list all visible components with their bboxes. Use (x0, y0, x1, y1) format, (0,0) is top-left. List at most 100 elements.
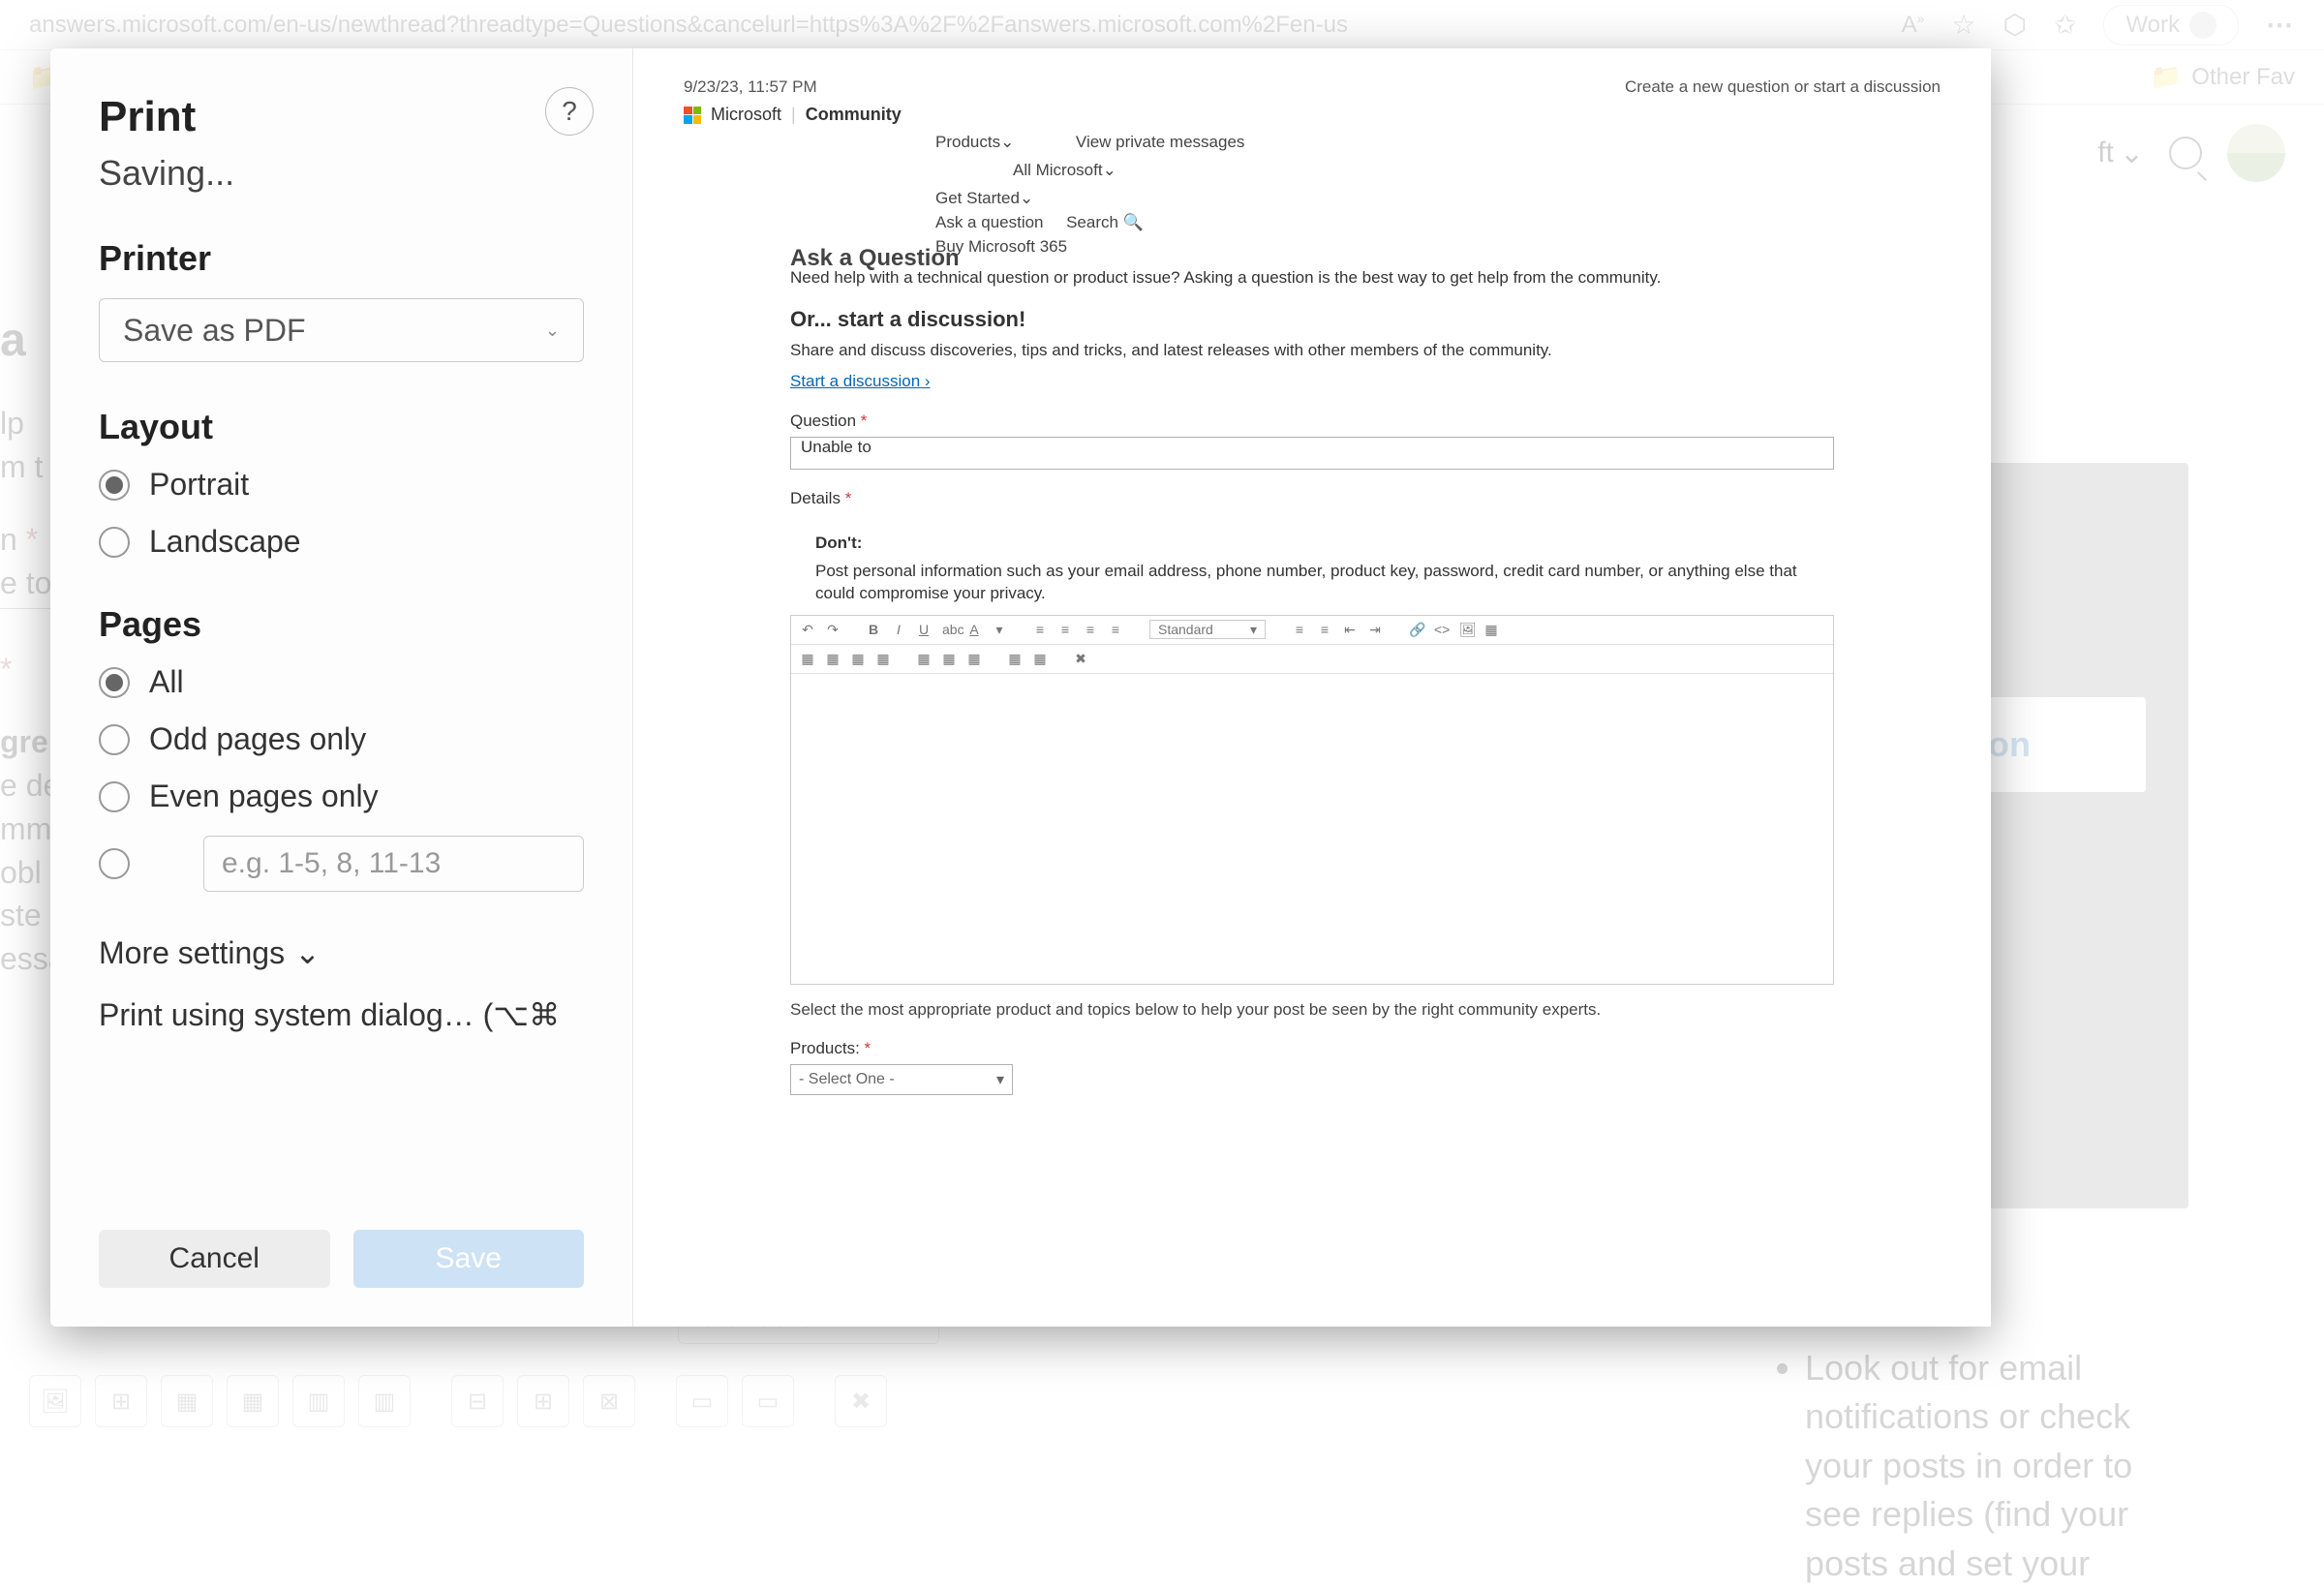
even-pages-radio[interactable]: Even pages only (99, 779, 584, 814)
radio-icon (99, 527, 130, 558)
collections-icon[interactable]: ✩ (2054, 9, 2076, 41)
pv-details-label: Details * (790, 489, 1834, 508)
insert-table-icon[interactable]: ⊞ (95, 1375, 147, 1427)
radio-icon (99, 781, 130, 812)
favorite-icon[interactable]: ☆ (1951, 9, 1975, 41)
ms-dropdown-label: ft (2097, 137, 2114, 169)
radio-icon (99, 724, 130, 755)
font-color-icon: A (967, 622, 981, 637)
pv-dont-heading: Don't: (815, 534, 1809, 553)
radio-icon (99, 470, 130, 501)
pv-h2: Or... start a discussion! (790, 307, 1834, 332)
merge-icon[interactable]: ⊟ (451, 1375, 504, 1427)
pv-nav-private: View private messages (1076, 133, 1245, 152)
page-range-input[interactable]: e.g. 1-5, 8, 11-13 (203, 836, 584, 892)
printer-select[interactable]: Save as PDF ⌄ (99, 298, 584, 362)
print-buttons: Cancel Save (99, 1230, 584, 1288)
odd-pages-radio[interactable]: Odd pages only (99, 721, 584, 757)
search-icon[interactable] (2169, 137, 2202, 169)
clear-format-icon[interactable]: ✖ (835, 1375, 887, 1427)
bold-icon: B (867, 622, 880, 637)
portrait-radio[interactable]: Portrait (99, 467, 584, 503)
page-bottom-toolbar: 🖼 ⊞ ▦ ▦ ▥ ▥ ⊟ ⊞ ⊠ ▭ ▭ ✖ Standard (0, 1307, 1898, 1588)
print-dialog: ? Print Saving... Printer Save as PDF ⌄ … (50, 48, 1991, 1327)
url-bar[interactable]: answers.microsoft.com/en-us/newthread?th… (10, 12, 1902, 39)
align-justify-icon: ≡ (1109, 622, 1122, 637)
link-icon: 🔗 (1409, 622, 1422, 638)
printer-heading: Printer (99, 238, 584, 279)
ms-dropdown[interactable]: ft ⌄ (2097, 137, 2144, 170)
ol-icon: ≡ (1293, 622, 1306, 637)
custom-pages-radio[interactable]: e.g. 1-5, 8, 11-13 (99, 836, 584, 892)
underline-icon: U (917, 622, 931, 637)
printer-value: Save as PDF (123, 313, 306, 349)
browser-toolbar: answers.microsoft.com/en-us/newthread?th… (0, 0, 2324, 50)
help-button[interactable]: ? (545, 87, 594, 136)
table-icon[interactable]: ▦ (161, 1375, 213, 1427)
pv-nav-ask: Ask a question (935, 213, 1044, 232)
image-icon[interactable]: 🖼 (29, 1375, 81, 1427)
grid8-icon: ▦ (1008, 651, 1022, 667)
align-left-icon: ≡ (1033, 622, 1047, 637)
landscape-label: Landscape (149, 524, 301, 560)
delete-table-icon[interactable]: ⊠ (583, 1375, 635, 1427)
pv-start-discussion-link: Start a discussion › (790, 372, 931, 391)
pages-heading: Pages (99, 604, 584, 645)
grid3-icon: ▦ (851, 651, 865, 667)
profile-label: Work (2125, 12, 2180, 39)
save-button[interactable]: Save (353, 1230, 585, 1288)
col-right-icon[interactable]: ▥ (358, 1375, 411, 1427)
avatar-icon (2189, 12, 2217, 39)
grid7-icon: ▦ (967, 651, 981, 667)
user-avatar[interactable] (2227, 124, 2285, 182)
tip-text: Look out for email notifications or chec… (1805, 1344, 2188, 1588)
extensions-icon[interactable]: ⬡ (2003, 9, 2027, 41)
pv-nav-getstarted: Get Started⌄ (935, 189, 1033, 208)
bookmark-other-fav[interactable]: 📁 Other Fav (2151, 62, 2295, 92)
table-icon: ▦ (1484, 622, 1498, 638)
profile-button[interactable]: Work (2103, 5, 2239, 46)
undo-icon: ↶ (801, 622, 814, 638)
system-dialog-link[interactable]: Print using system dialog… (⌥⌘ (99, 996, 584, 1033)
pv-nav-products: Products⌄ (935, 133, 1014, 152)
clear-icon: ✖ (1074, 651, 1087, 667)
grid-icon: ▦ (801, 651, 814, 667)
preview-page: 9/23/23, 11:57 PM Create a new question … (633, 48, 1991, 1327)
row-icon[interactable]: ▭ (676, 1375, 728, 1427)
redo-icon: ↷ (826, 622, 840, 638)
pv-timestamp: 9/23/23, 11:57 PM (684, 77, 817, 97)
cancel-button[interactable]: Cancel (99, 1230, 330, 1288)
odd-label: Odd pages only (149, 721, 366, 757)
print-title: Print (99, 93, 584, 141)
align-right-icon: ≡ (1084, 622, 1097, 637)
code-icon: <> (1434, 622, 1448, 637)
font-color-picker-icon: ▾ (993, 622, 1006, 638)
pv-products-label: Products: * (790, 1039, 1834, 1058)
more-label: More settings (99, 935, 285, 971)
strike-icon: abc (942, 622, 956, 637)
pv-nav-search: Search 🔍 (1066, 213, 1144, 232)
chevron-down-icon: ⌄ (2120, 137, 2144, 170)
row2-icon[interactable]: ▭ (742, 1375, 794, 1427)
align-center-icon: ≡ (1058, 622, 1072, 637)
more-settings-toggle[interactable]: More settings ⌄ (99, 934, 584, 971)
pv-doc-title: Create a new question or start a discuss… (1625, 77, 1941, 97)
pv-h1: Ask a Question (790, 245, 960, 272)
image-icon: 🖼 (1459, 622, 1473, 638)
col-left-icon[interactable]: ▥ (292, 1375, 345, 1427)
reading-mode-icon[interactable]: A» (1902, 11, 1925, 39)
even-label: Even pages only (149, 779, 379, 814)
indent-icon: ⇥ (1368, 622, 1382, 638)
pv-editor-toolbar: ↶ ↷ B I U abc A ▾ ≡ ≡ ≡ ≡ (791, 616, 1833, 645)
split-icon[interactable]: ⊞ (517, 1375, 569, 1427)
cut-left-text: a lp m t n * e to * gre e de mm obl ste … (0, 308, 54, 981)
all-pages-radio[interactable]: All (99, 664, 584, 700)
pv-question-input: Unable to (790, 437, 1834, 470)
more-icon[interactable]: ⋯ (2266, 9, 2295, 41)
grid4-icon: ▦ (876, 651, 890, 667)
print-settings-pane: ? Print Saving... Printer Save as PDF ⌄ … (50, 48, 633, 1327)
chevron-down-icon: ▾ (996, 1070, 1004, 1089)
landscape-radio[interactable]: Landscape (99, 524, 584, 560)
table2-icon[interactable]: ▦ (227, 1375, 279, 1427)
chevron-down-icon: ⌄ (294, 934, 321, 971)
